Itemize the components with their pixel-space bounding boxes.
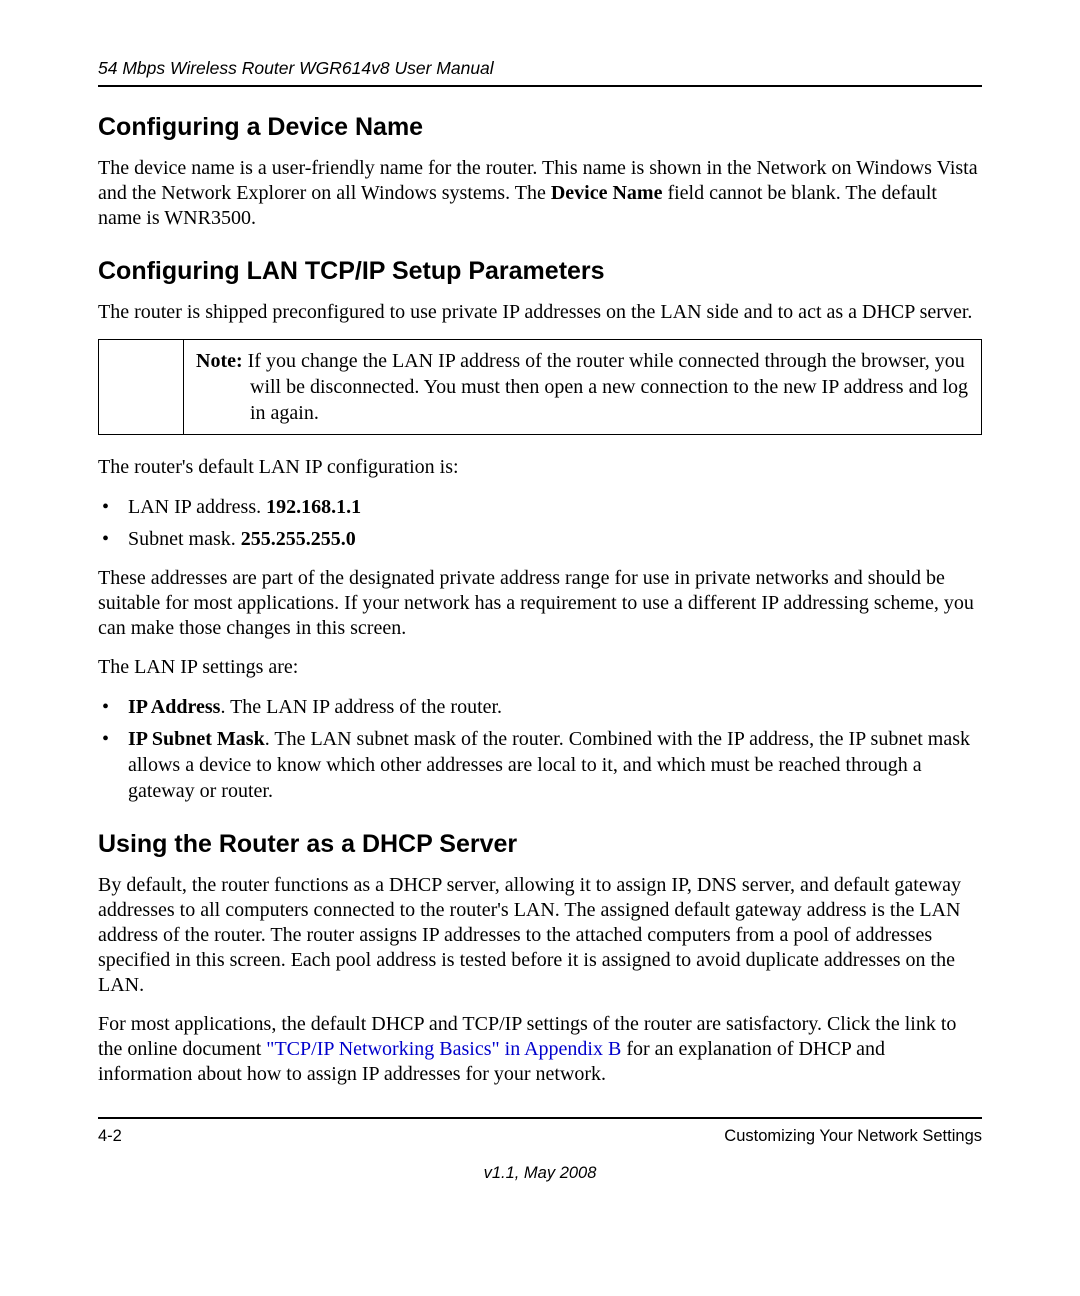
appendix-link[interactable]: "TCP/IP Networking Basics" in Appendix B (266, 1038, 621, 1060)
paragraph: The router's default LAN IP configuratio… (98, 455, 982, 480)
bold-text: 192.168.1.1 (266, 496, 361, 518)
list-item: IP Subnet Mask. The LAN subnet mask of t… (98, 726, 982, 804)
paragraph: The LAN IP settings are: (98, 655, 982, 680)
paragraph: For most applications, the default DHCP … (98, 1012, 982, 1087)
paragraph: The device name is a user-friendly name … (98, 156, 982, 231)
footer-rule (98, 1117, 982, 1119)
bold-text: IP Address (128, 696, 220, 718)
heading-configuring-lan-tcpip: Configuring LAN TCP/IP Setup Parameters (98, 257, 982, 286)
footer-section-title: Customizing Your Network Settings (724, 1127, 982, 1146)
note-box: Note: If you change the LAN IP address o… (98, 339, 982, 435)
list-item: LAN IP address. 192.168.1.1 (98, 494, 982, 520)
bold-text: Device Name (551, 182, 663, 204)
running-head: 54 Mbps Wireless Router WGR614v8 User Ma… (98, 58, 982, 79)
paragraph: These addresses are part of the designat… (98, 566, 982, 641)
page-number: 4-2 (98, 1127, 122, 1146)
paragraph: By default, the router functions as a DH… (98, 873, 982, 998)
bullet-list: IP Address. The LAN IP address of the ro… (98, 694, 982, 804)
bullet-list: LAN IP address. 192.168.1.1 Subnet mask.… (98, 494, 982, 552)
bold-text: 255.255.255.0 (241, 528, 356, 550)
note-icon-cell (99, 340, 184, 435)
bold-text: IP Subnet Mask (128, 728, 265, 750)
header-rule (98, 85, 982, 87)
heading-using-router-dhcp: Using the Router as a DHCP Server (98, 830, 982, 859)
note-text-cell: Note: If you change the LAN IP address o… (184, 340, 982, 435)
text: Subnet mask. (128, 528, 241, 550)
heading-configuring-device-name: Configuring a Device Name (98, 113, 982, 142)
footer-row: 4-2 Customizing Your Network Settings (98, 1127, 982, 1146)
document-page: 54 Mbps Wireless Router WGR614v8 User Ma… (0, 0, 1080, 1223)
text: . The LAN IP address of the router. (220, 696, 502, 718)
list-item: Subnet mask. 255.255.255.0 (98, 526, 982, 552)
note-text: If you change the LAN IP address of the … (243, 350, 968, 424)
footer-version: v1.1, May 2008 (98, 1164, 982, 1183)
note-label: Note: (196, 350, 243, 372)
paragraph: The router is shipped preconfigured to u… (98, 300, 982, 325)
list-item: IP Address. The LAN IP address of the ro… (98, 694, 982, 720)
text: LAN IP address. (128, 496, 266, 518)
